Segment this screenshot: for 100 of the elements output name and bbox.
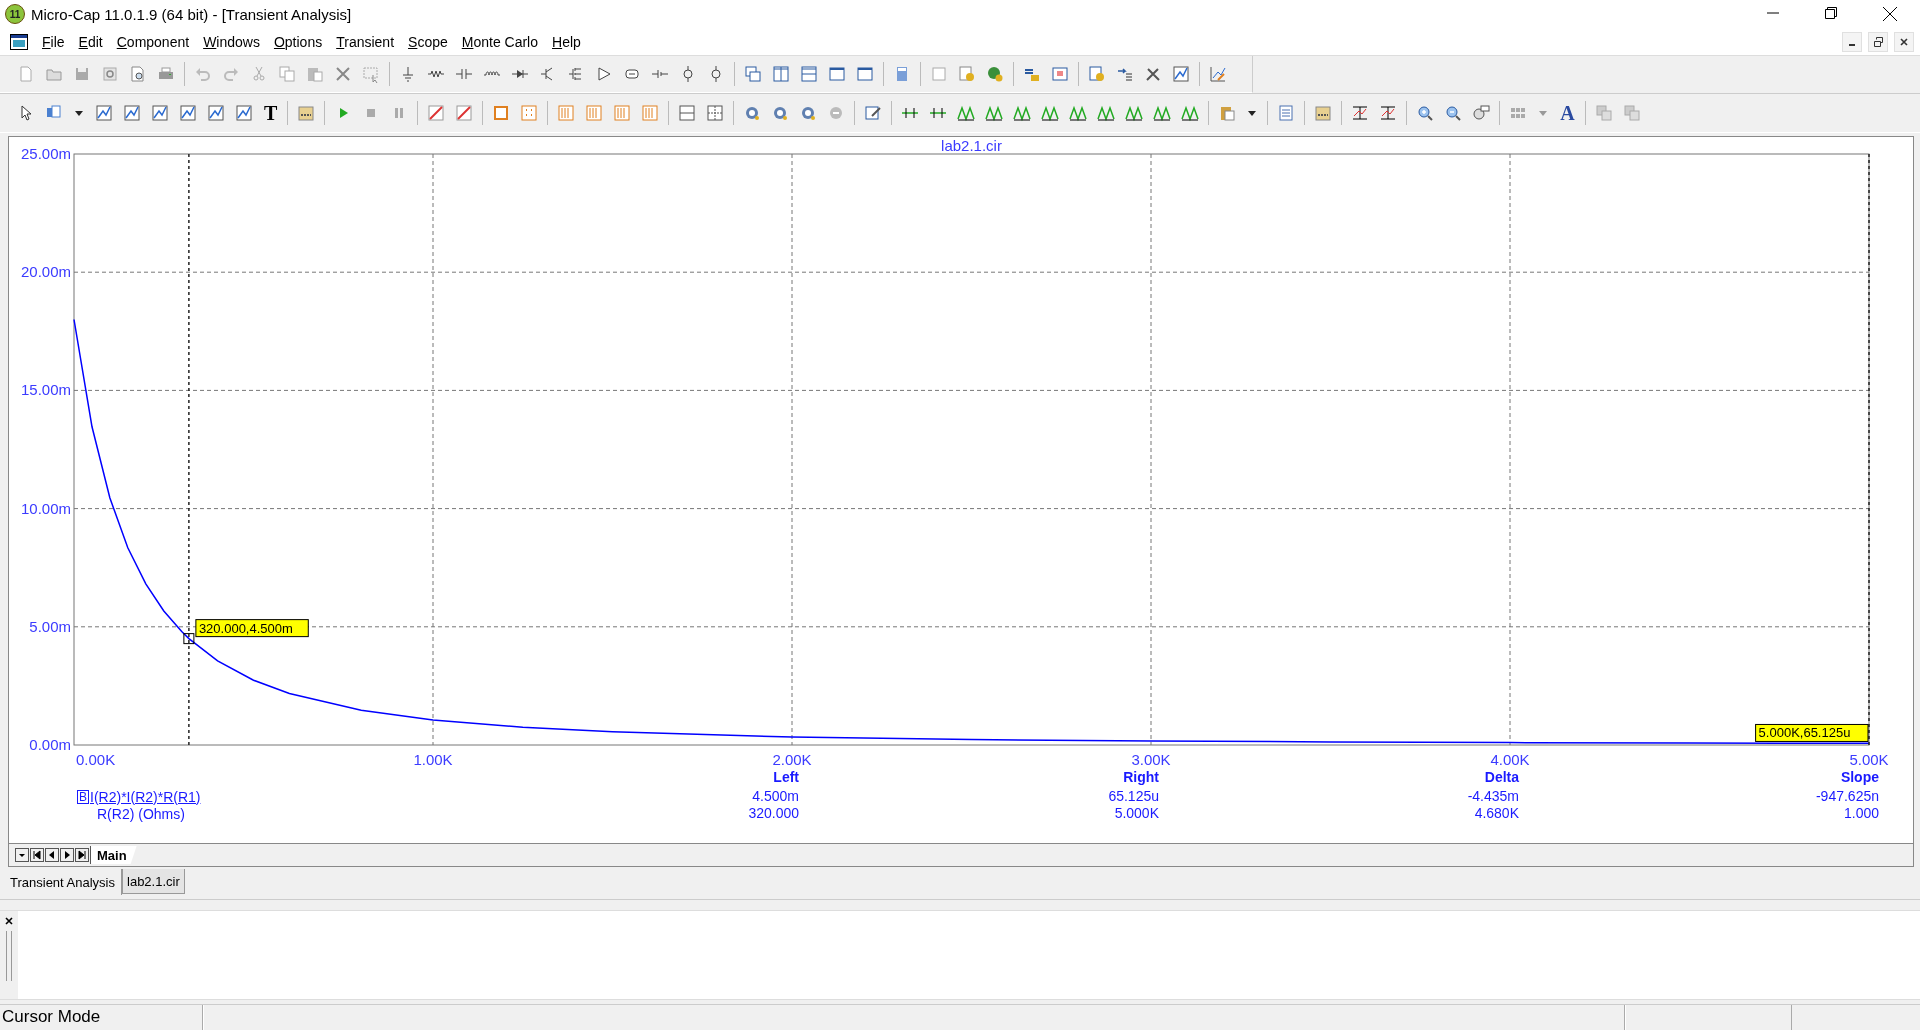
first-icon[interactable] [30, 848, 44, 862]
waveform-icon[interactable] [1013, 104, 1032, 122]
delete-icon[interactable] [334, 65, 352, 83]
axis-label: 4.00K [1490, 751, 1530, 768]
paste-icon[interactable] [306, 65, 324, 83]
annotation: 5.000K,65.125u [1758, 725, 1851, 741]
document-tab[interactable]: lab2.1.cir [122, 869, 185, 894]
graph-icon[interactable] [151, 104, 169, 122]
axis-label: 25.00m [20, 145, 71, 162]
zoom-in-icon[interactable] [1416, 104, 1435, 122]
readout-value: 65.125u [1107, 788, 1159, 805]
column-header: Right [1122, 769, 1159, 787]
tile-vertical-icon[interactable] [772, 65, 790, 83]
list-icon[interactable] [1277, 104, 1296, 122]
graph-icon[interactable] [123, 104, 141, 122]
readout-value: 320.000 [747, 805, 799, 822]
waveform-icon[interactable] [1153, 104, 1172, 122]
menu-item[interactable]: File [36, 33, 73, 50]
graph-edit-icon[interactable] [1209, 65, 1227, 83]
text-tool[interactable]: T [264, 103, 278, 123]
amplifier-icon[interactable] [595, 65, 613, 83]
readout-value: 4.680K [1473, 805, 1519, 822]
save-icon[interactable] [73, 65, 91, 83]
graph-icon[interactable] [179, 104, 197, 122]
numbers-icon[interactable] [297, 104, 316, 122]
graph-icon[interactable] [235, 104, 253, 122]
waveform-icon[interactable] [957, 104, 976, 122]
menu-item[interactable]: Edit [72, 33, 111, 50]
window-title: Micro-Cap 11.0.1.9 (64 bit) - [Transient Analysis] [31, 5, 353, 23]
menu-item[interactable]: Transient [330, 33, 403, 50]
readout-value: 1.000 [1842, 805, 1879, 822]
cursor-marker [183, 633, 195, 645]
window-icon[interactable] [828, 65, 846, 83]
graph-icon[interactable] [95, 104, 113, 122]
status-text: Cursor Mode [0, 1005, 203, 1030]
previous-icon[interactable] [45, 848, 59, 862]
expression-link[interactable]: I(R2)*I(R2)*R(R1) [90, 788, 201, 805]
print-preview-icon[interactable] [129, 65, 147, 83]
measure-icon[interactable] [743, 104, 762, 122]
document-window-icon[interactable] [10, 33, 28, 50]
axis-label: 3.00K [1131, 751, 1171, 768]
waveform-icon[interactable] [1041, 104, 1060, 122]
graph-icon[interactable] [207, 104, 225, 122]
frame-icon[interactable] [492, 104, 511, 122]
plot-line-icon[interactable] [427, 104, 446, 122]
next-icon[interactable] [60, 848, 74, 862]
tile-horizontal-icon[interactable] [800, 65, 818, 83]
waveform-icon[interactable] [1181, 104, 1200, 122]
frame-icon[interactable] [1051, 65, 1069, 83]
axis-label: 5.00m [29, 617, 71, 635]
edit-icon[interactable] [864, 104, 883, 122]
last-icon[interactable] [75, 848, 89, 862]
axis-label: 0.00K [76, 751, 116, 768]
numbers-icon[interactable] [1314, 104, 1333, 122]
axis-label: 0.00m [29, 736, 71, 753]
menu-item[interactable]: Help [546, 33, 589, 50]
font-tool[interactable]: A [1560, 103, 1575, 123]
scale-icon[interactable] [1379, 104, 1398, 122]
close-icon[interactable] [5, 917, 13, 925]
graph-icon[interactable] [1172, 65, 1190, 83]
menu-item[interactable]: Options [267, 33, 331, 50]
globe-icon[interactable] [986, 65, 1004, 83]
window-icon[interactable] [856, 65, 874, 83]
row-label: R(R2) (Ohms) [97, 805, 185, 822]
close-icon[interactable] [1883, 7, 1897, 21]
gear-icon[interactable] [958, 65, 976, 83]
resize-grip[interactable] [6, 931, 12, 981]
readout-value: -947.625n [1814, 788, 1879, 805]
branch-marker[interactable]: B [77, 789, 89, 804]
waveform-icon[interactable] [1097, 104, 1116, 122]
sheet-tab[interactable]: Main [90, 846, 137, 864]
restore-icon[interactable] [1825, 7, 1837, 19]
clipboard-icon[interactable] [1218, 104, 1237, 122]
dropdown-icon[interactable] [15, 848, 29, 862]
waveform-icon[interactable] [1069, 104, 1088, 122]
grid-icon[interactable] [706, 104, 725, 122]
axis-label: 15.00m [20, 381, 71, 399]
measure-icon[interactable] [771, 104, 790, 122]
waveform-icon[interactable] [1125, 104, 1144, 122]
column-header: Left [772, 769, 799, 787]
split-icon[interactable] [678, 104, 697, 122]
minimize-icon[interactable] [1842, 31, 1862, 52]
zoom-out-icon[interactable] [1444, 104, 1463, 122]
menu-item[interactable]: Scope [402, 33, 456, 50]
menu-item[interactable]: Windows [197, 33, 268, 50]
scale-icon[interactable] [1351, 104, 1370, 122]
axis-label: 5.00K [1849, 751, 1889, 768]
list-arrow-icon[interactable] [1116, 65, 1134, 83]
cursor-label: 320.000,4.500m [195, 619, 309, 638]
zoom-fit-icon[interactable] [1472, 104, 1491, 122]
grid-dots-icon[interactable] [520, 104, 539, 122]
measure-icon[interactable] [799, 104, 818, 122]
cursor-label: 5.000K,65.125u [1755, 723, 1869, 742]
annotation: 320.000,4.500m [198, 620, 293, 636]
plot-line-icon[interactable] [455, 104, 474, 122]
axis-label: 20.00m [20, 263, 71, 281]
menu-item[interactable]: Monte Carlo [455, 33, 546, 50]
waveform-icon[interactable] [985, 104, 1004, 122]
cascade-windows-icon[interactable] [744, 65, 762, 83]
menu-item[interactable]: Component [110, 33, 198, 50]
